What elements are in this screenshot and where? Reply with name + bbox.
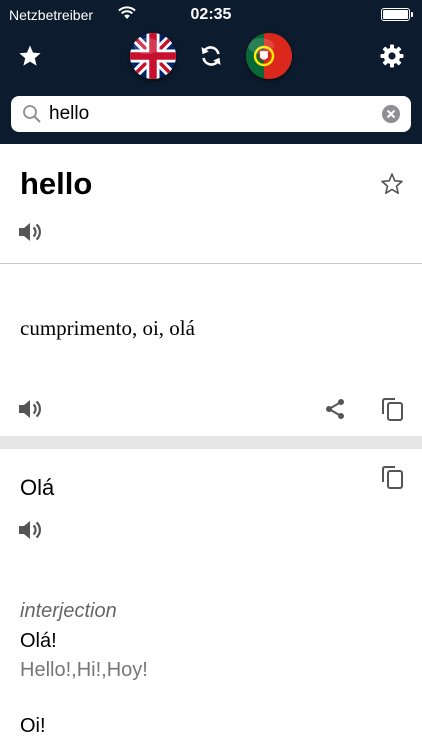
top-bar: Netzbetreiber 02:35: [0, 0, 422, 144]
swap-languages-icon[interactable]: [199, 44, 223, 73]
favorites-star-icon[interactable]: [18, 44, 42, 73]
example-text: Oi!: [20, 715, 46, 737]
headword: hello: [20, 166, 93, 201]
clear-search-icon[interactable]: [381, 104, 401, 129]
favorite-star-outline-icon[interactable]: [380, 172, 404, 201]
battery-icon: [381, 8, 413, 21]
divider: [0, 263, 422, 264]
section-separator: [0, 436, 422, 449]
settings-gear-icon[interactable]: [380, 44, 404, 73]
speaker-icon[interactable]: [17, 398, 43, 425]
copy-icon[interactable]: [380, 464, 406, 495]
uk-flag-icon[interactable]: [130, 33, 176, 79]
search-bar: [11, 96, 411, 132]
translation-text: cumprimento, oi, olá: [20, 316, 195, 340]
status-time: 02:35: [190, 6, 232, 23]
speaker-icon[interactable]: [17, 221, 43, 248]
status-bar: Netzbetreiber 02:35: [0, 0, 422, 30]
copy-icon[interactable]: [380, 396, 406, 427]
part-of-speech: interjection: [20, 600, 117, 622]
share-icon[interactable]: [323, 397, 347, 426]
search-icon: [22, 104, 42, 129]
example-translation: Hello!,Hi!,Hoy!: [20, 659, 148, 681]
speaker-icon[interactable]: [17, 519, 43, 546]
entry-title: Olá: [20, 475, 55, 500]
portugal-flag-icon[interactable]: [246, 33, 292, 79]
example-text: Olá!: [20, 630, 57, 652]
search-input[interactable]: [49, 96, 369, 132]
